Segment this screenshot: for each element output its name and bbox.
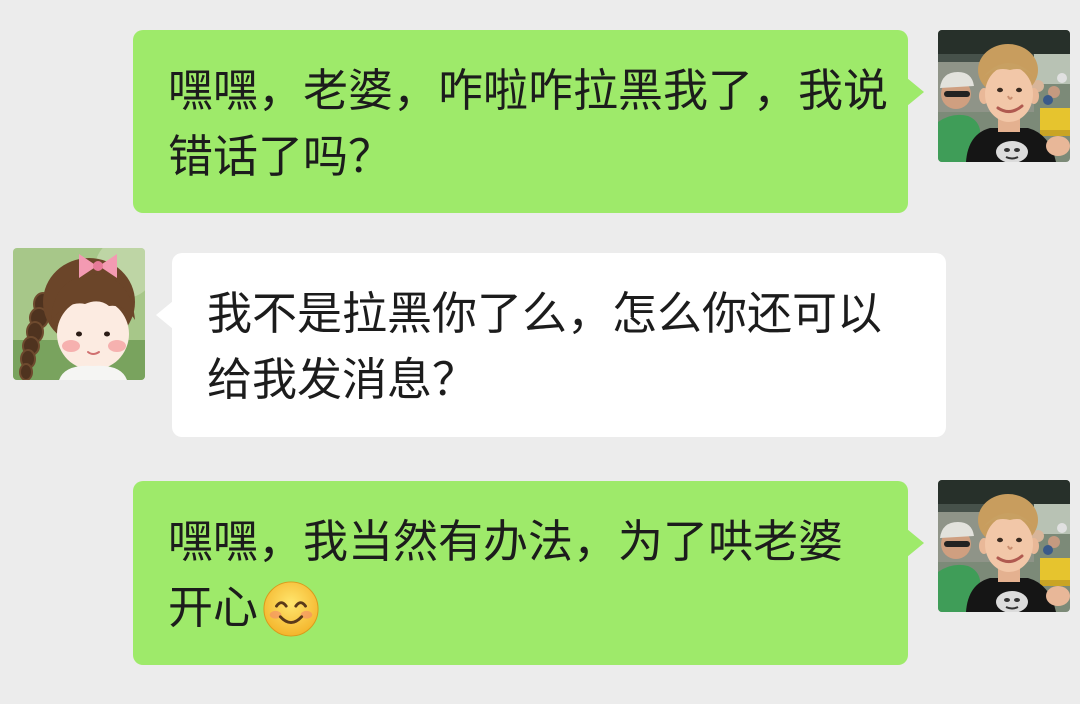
- chat-view: 嘿嘿，老婆，咋啦咋拉黑我了，我说 错话了吗？ 我不是拉黑你了么，怎么你还可以 给…: [0, 0, 1080, 704]
- message-bubble-outgoing[interactable]: 嘿嘿，老婆，咋啦咋拉黑我了，我说 错话了吗？: [133, 30, 924, 213]
- sender-avatar[interactable]: [938, 480, 1070, 612]
- message-text-line: 嘿嘿，我当然有办法，为了哄老婆: [168, 516, 844, 567]
- contact-avatar[interactable]: [13, 248, 145, 380]
- message-bubble-incoming[interactable]: 我不是拉黑你了么，怎么你还可以 给我发消息？: [156, 253, 946, 437]
- message-text-fragment: 开心: [168, 582, 259, 633]
- sender-avatar[interactable]: [938, 30, 1070, 162]
- boy-photo-avatar-icon: [938, 480, 1070, 612]
- message-bubble-outgoing[interactable]: 嘿嘿，我当然有办法，为了哄老婆 开心: [133, 481, 924, 665]
- message-text-line: 错话了吗？: [168, 131, 394, 182]
- boy-photo-avatar-icon: [938, 30, 1070, 162]
- cartoon-girl-avatar-icon: [13, 248, 145, 380]
- message-text-line: 我不是拉黑你了么，怎么你还可以: [207, 288, 883, 339]
- message-text-line: 给我发消息？: [207, 354, 478, 405]
- smiling-face-emoji-icon: [262, 580, 320, 638]
- message-text-line: 嘿嘿，老婆，咋啦咋拉黑我了，我说: [168, 65, 889, 116]
- message-text-line-with-emoji: 开心: [168, 575, 888, 641]
